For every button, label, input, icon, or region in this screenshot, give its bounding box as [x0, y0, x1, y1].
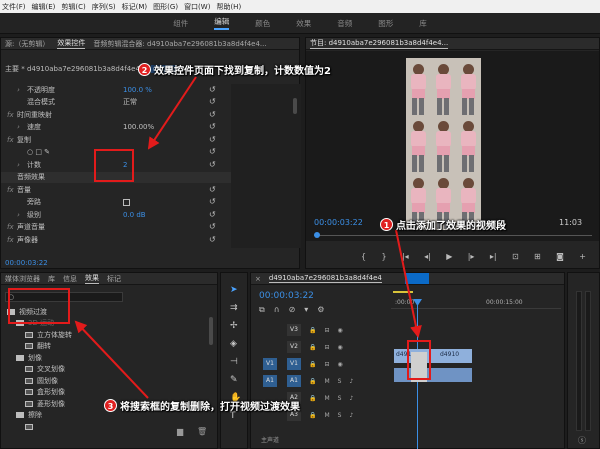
- annotation-2-number: 2: [138, 63, 151, 76]
- arrow-3: [74, 320, 149, 399]
- arrow-2: [147, 76, 197, 150]
- annotation-3-text: 将搜索框的复制删除，打开视频过渡效果: [120, 402, 300, 413]
- annotation-1-text: 点击添加了效果的视频段: [396, 221, 506, 232]
- annotation-3-number: 3: [104, 399, 117, 412]
- arrow-1: [395, 229, 422, 338]
- annotation-2: 2 效果控件页面下找到复制，计数数值为2: [138, 62, 331, 77]
- annotation-3: 3 将搜索框的复制删除，打开视频过渡效果: [104, 398, 300, 413]
- annotation-1: 1 点击添加了效果的视频段: [380, 217, 506, 232]
- annotation-1-number: 1: [380, 218, 393, 231]
- annotation-2-text: 效果控件页面下找到复制，计数数值为2: [154, 66, 331, 77]
